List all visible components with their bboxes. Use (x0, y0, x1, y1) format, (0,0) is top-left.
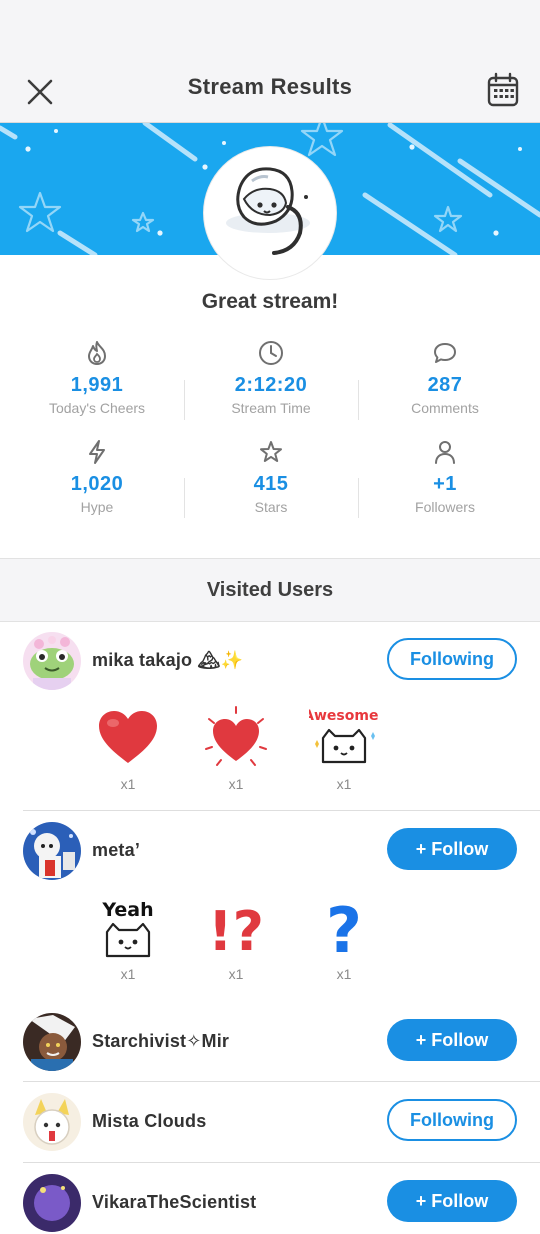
stat-value: 415 (253, 473, 289, 495)
sticker-text: Awesome! (309, 708, 379, 724)
person-icon (435, 441, 455, 464)
sticker-item: x1 (186, 706, 286, 792)
user-name[interactable]: VikaraTheScientist (92, 1192, 256, 1213)
sticker-item: ? x1 (294, 896, 394, 982)
sticker-text: !? (208, 900, 264, 958)
sticker-list: Yeah x1 !? x1 ? x1 (74, 896, 404, 992)
sticker-count: x1 (120, 966, 136, 982)
sticker-item: Awesome! x1 (294, 706, 394, 792)
user-row[interactable]: mika takajo 🏔✨ Following (0, 632, 540, 692)
comment-icon (434, 343, 456, 363)
sticker-item: !? x1 (186, 896, 286, 982)
lightning-icon (89, 440, 105, 464)
exclamation-question-sticker: !? (208, 900, 264, 958)
user-avatar[interactable] (23, 1093, 81, 1151)
user-avatar[interactable] (23, 822, 81, 880)
sparkling-heart-sticker (205, 706, 267, 766)
flame-icon (88, 341, 106, 365)
follow-button[interactable]: + Follow (387, 1019, 517, 1061)
stat-todays-cheers: 1,991 Today's Cheers (10, 338, 184, 416)
header-bar: Stream Results (0, 60, 540, 123)
user-avatar[interactable] (23, 1174, 81, 1232)
stat-label: Hype (80, 499, 114, 515)
stat-stream-time: 2:12:20 Stream Time (184, 338, 358, 416)
status-bar-area (0, 0, 540, 60)
calendar-icon (487, 72, 519, 107)
page-title: Stream Results (187, 74, 353, 99)
user-avatar[interactable] (23, 632, 81, 690)
stat-label: Today's Cheers (48, 400, 146, 416)
stat-value: +1 (433, 473, 457, 495)
stat-followers: +1 Followers (358, 437, 532, 515)
row-divider (23, 1081, 540, 1082)
yeah-cat-sticker: Yeah (101, 899, 154, 958)
sticker-count: x1 (228, 776, 244, 792)
stat-hype: 1,020 Hype (10, 437, 184, 515)
stat-stars: 415 Stars (184, 437, 358, 515)
star-icon (260, 441, 282, 462)
sticker-list: x1 x1 Awesome! x1 (74, 706, 404, 802)
stat-value: 1,991 (70, 374, 124, 396)
calendar-button[interactable] (486, 72, 520, 108)
awesome-cat-sticker: Awesome! (309, 708, 379, 764)
sticker-item: Yeah x1 (78, 896, 178, 982)
row-divider (23, 1162, 540, 1163)
user-name[interactable]: Starchivist✧Mir (92, 1031, 229, 1052)
sticker-count: x1 (336, 776, 352, 792)
user-name[interactable]: Mista Clouds (92, 1111, 206, 1132)
sticker-text: ? (326, 896, 362, 958)
stream-message: Great stream! (201, 290, 339, 313)
user-row[interactable]: meta’ + Follow (0, 822, 540, 882)
stat-label: Comments (411, 400, 479, 416)
following-button[interactable]: Following (387, 1099, 517, 1141)
sticker-text: Yeah (101, 899, 153, 921)
stat-label: Stream Time (231, 400, 311, 416)
user-row[interactable]: Starchivist✧Mir + Follow (0, 1013, 540, 1073)
section-title: Visited Users (206, 579, 334, 601)
stat-value: 1,020 (70, 473, 124, 495)
stat-comments: 287 Comments (358, 338, 532, 416)
user-row[interactable]: Mista Clouds Following (0, 1093, 540, 1153)
clock-icon (259, 341, 283, 365)
sticker-count: x1 (120, 776, 136, 792)
heart-sticker (99, 711, 157, 763)
user-name[interactable]: meta’ (92, 840, 140, 861)
sticker-item: x1 (78, 706, 178, 792)
user-avatar[interactable] (23, 1013, 81, 1071)
stat-label: Stars (254, 499, 288, 515)
stat-label: Followers (415, 499, 475, 515)
user-name[interactable]: mika takajo 🏔✨ (92, 650, 243, 671)
row-divider (23, 810, 540, 811)
visited-users-header: Visited Users (0, 558, 540, 622)
user-row[interactable]: VikaraTheScientist + Follow (0, 1174, 540, 1234)
question-mark-sticker: ? (326, 896, 362, 958)
sticker-count: x1 (228, 966, 244, 982)
following-button[interactable]: Following (387, 638, 517, 680)
follow-button[interactable]: + Follow (387, 828, 517, 870)
follow-button[interactable]: + Follow (387, 1180, 517, 1222)
streamer-avatar (204, 147, 336, 279)
stat-value: 2:12:20 (234, 374, 308, 396)
stat-value: 287 (427, 374, 463, 396)
sticker-count: x1 (336, 966, 352, 982)
